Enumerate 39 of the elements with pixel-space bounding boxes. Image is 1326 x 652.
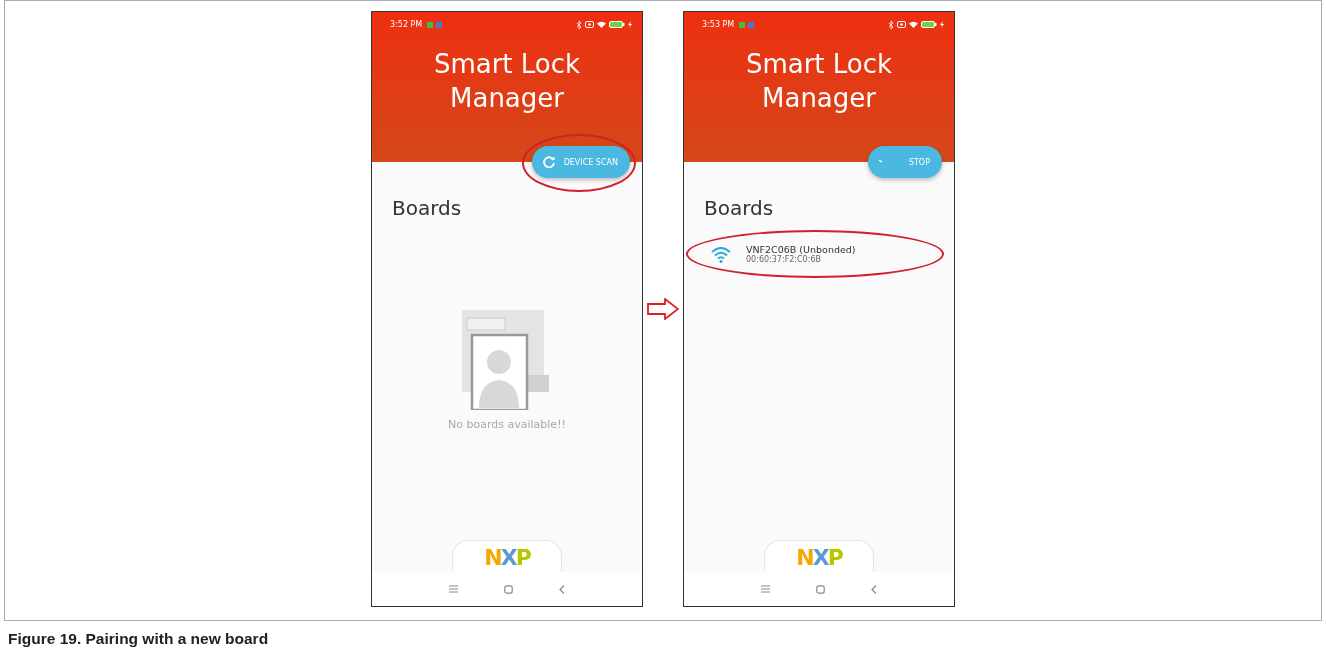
app-title: Smart Lock Manager [432, 48, 582, 115]
bluetooth-icon [889, 20, 894, 29]
menu-icon[interactable] [761, 585, 770, 593]
empty-message: No boards available!! [448, 418, 566, 431]
status-time: 3:53 PM [702, 20, 735, 29]
board-name: VNF2C06B (Unbonded) [746, 244, 856, 255]
status-time: 3:52 PM [390, 20, 423, 29]
section-title: Boards [392, 196, 463, 220]
charging-icon [628, 21, 632, 28]
section-title: Boards [704, 196, 775, 220]
scan-button[interactable]: STOP [868, 146, 942, 178]
battery-icon [921, 21, 937, 28]
board-item[interactable]: VNF2C06B (Unbonded) 00:60:37:F2:C0:6B [710, 240, 934, 268]
app-notification-icon [427, 21, 434, 28]
vibrate-icon [897, 21, 906, 28]
wifi-icon [710, 245, 732, 263]
message-notification-icon [748, 21, 755, 28]
wifi-icon [597, 21, 606, 28]
refresh-icon [541, 155, 556, 169]
back-icon[interactable] [871, 584, 877, 594]
home-icon[interactable] [504, 584, 513, 594]
spinner-icon [878, 159, 884, 165]
figure-caption: Figure 19. Pairing with a new board [8, 630, 270, 648]
menu-icon[interactable] [449, 585, 458, 593]
message-notification-icon [436, 21, 443, 28]
scan-button[interactable]: DEVICE SCAN [531, 146, 630, 178]
vibrate-icon [585, 21, 594, 28]
charging-icon [940, 21, 944, 28]
app-title: Smart Lock Manager [744, 48, 894, 115]
bluetooth-icon [577, 20, 582, 29]
battery-icon [609, 21, 625, 28]
brand-logo: NXP [484, 547, 530, 572]
brand-logo: NXP [796, 547, 842, 572]
app-notification-icon [739, 21, 746, 28]
wifi-icon [909, 21, 918, 28]
board-address: 00:60:37:F2:C0:6B [746, 255, 821, 264]
arrow-icon [647, 298, 679, 320]
home-icon[interactable] [816, 584, 825, 594]
back-icon[interactable] [559, 584, 565, 594]
